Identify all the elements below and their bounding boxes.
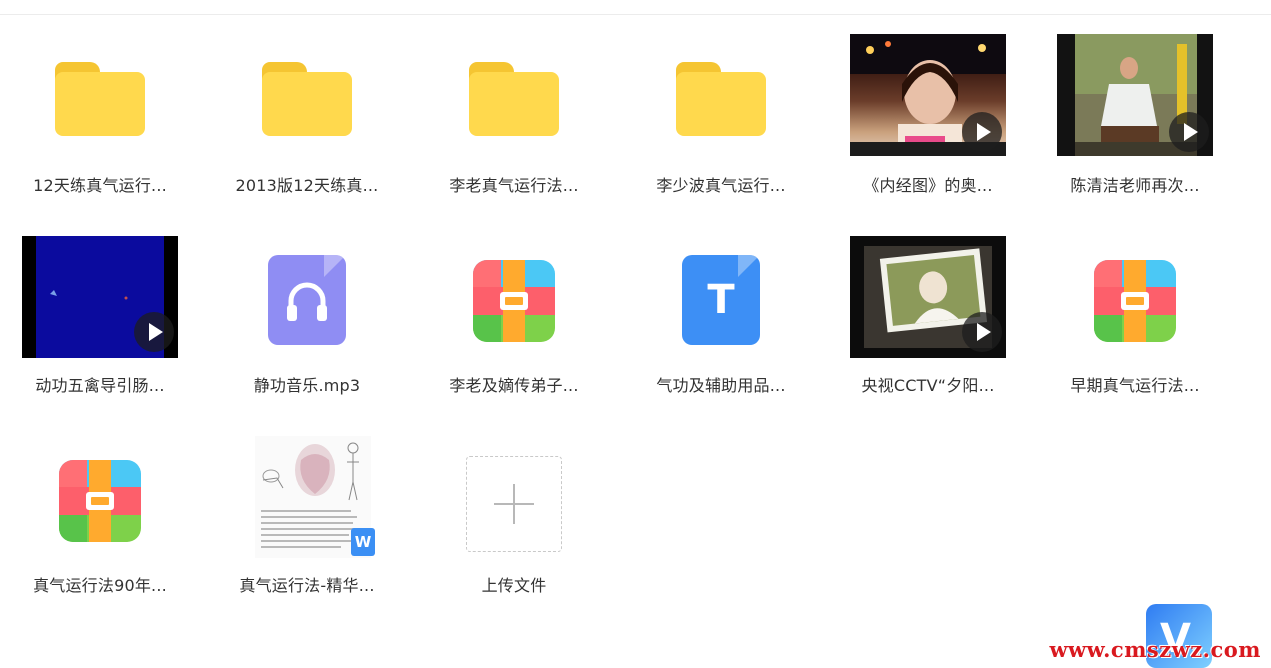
play-icon (962, 312, 1002, 352)
archive-icon (59, 460, 141, 542)
word-badge-icon: W (351, 528, 375, 556)
file-tile[interactable]: 李老及嫡传弟子... (424, 236, 604, 402)
file-name: 气功及辅助用品... (656, 376, 786, 395)
file-tile[interactable]: 陈清洁老师再次... (1045, 34, 1225, 202)
file-name: 动功五禽导引肠... (35, 376, 165, 395)
file-name: 李老真气运行法... (449, 176, 579, 195)
video-thumbnail (22, 236, 178, 358)
play-icon (134, 312, 174, 352)
file-name: 陈清洁老师再次... (1070, 176, 1200, 195)
file-name: 《内经图》的奥... (863, 176, 993, 195)
upload-tile[interactable]: 上传文件 (424, 436, 604, 602)
text-doc-icon: T (682, 255, 760, 345)
upload-button[interactable] (466, 456, 562, 552)
file-tile[interactable]: 静功音乐.mp3 (217, 236, 397, 402)
video-thumbnail (850, 236, 1006, 358)
file-name: 真气运行法-精华... (239, 576, 375, 595)
file-name: 李少波真气运行... (656, 176, 786, 195)
file-tile[interactable]: 早期真气运行法... (1045, 236, 1225, 402)
file-name: 2013版12天练真... (235, 176, 379, 195)
file-name: 早期真气运行法... (1070, 376, 1200, 395)
play-icon (962, 112, 1002, 152)
file-name: 李老及嫡传弟子... (449, 376, 579, 395)
file-name: 真气运行法90年... (33, 576, 167, 595)
doc-letter: T (707, 277, 735, 323)
file-tile[interactable]: 《内经图》的奥... (838, 34, 1018, 202)
upload-label: 上传文件 (481, 576, 547, 595)
file-tile[interactable]: 央视CCTV“夕阳... (838, 236, 1018, 402)
file-tile[interactable]: 动功五禽导引肠... (10, 236, 190, 402)
play-icon (1169, 112, 1209, 152)
file-name: 12天练真气运行... (33, 176, 167, 195)
archive-icon (1094, 260, 1176, 342)
file-name: 央视CCTV“夕阳... (861, 376, 995, 395)
watermark-text: www.cmszwz.com (1049, 637, 1261, 662)
file-name: 静功音乐.mp3 (253, 376, 361, 395)
video-thumbnail (1057, 34, 1213, 156)
file-tile[interactable]: W 真气运行法-精华... (217, 436, 397, 602)
top-divider (0, 14, 1271, 15)
video-thumbnail (850, 34, 1006, 156)
file-tile[interactable]: 李少波真气运行... (631, 42, 811, 202)
file-tile[interactable]: 2013版12天练真... (217, 42, 397, 202)
file-tile[interactable]: 真气运行法90年... (10, 436, 190, 602)
file-tile[interactable]: 李老真气运行法... (424, 42, 604, 202)
audio-file-icon (268, 255, 346, 345)
file-tile[interactable]: T 气功及辅助用品... (631, 236, 811, 402)
file-tile[interactable]: 12天练真气运行... (10, 42, 190, 202)
archive-icon (473, 260, 555, 342)
